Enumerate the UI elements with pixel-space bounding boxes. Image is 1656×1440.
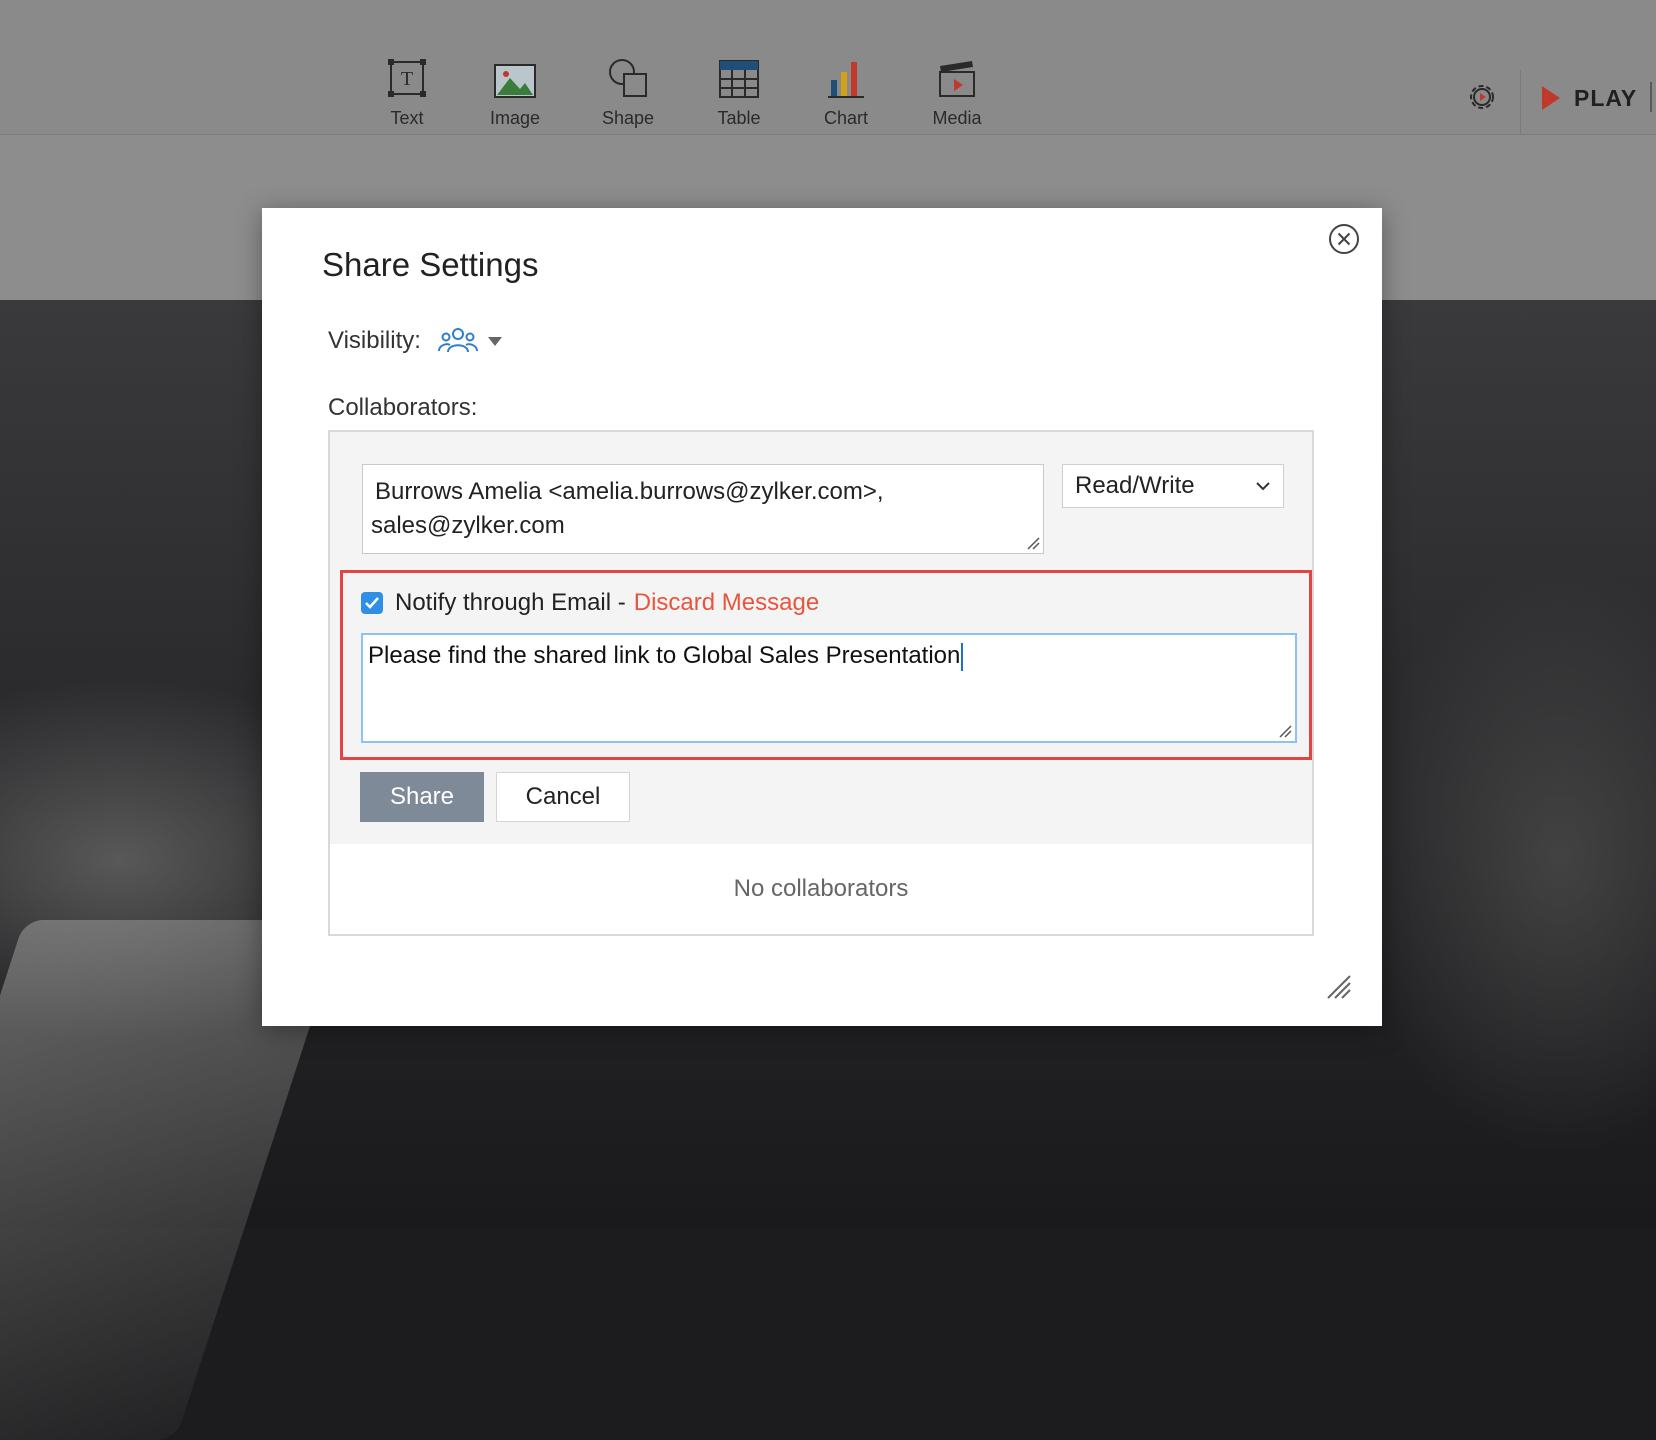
share-button[interactable]: Share — [360, 772, 484, 822]
gear-icon[interactable] — [1465, 80, 1499, 114]
image-tool[interactable]: Image — [470, 52, 560, 129]
table-icon — [694, 52, 784, 98]
notify-highlight-box: Notify through Email - Discard Message P… — [340, 570, 1312, 760]
media-clapper-icon — [912, 52, 1002, 98]
text-box-icon: T — [362, 52, 452, 98]
collaborator-emails-input[interactable]: Burrows Amelia <amelia.burrows@zylker.co… — [362, 464, 1044, 554]
notify-row: Notify through Email - Discard Message — [361, 589, 819, 617]
text-cursor — [961, 642, 964, 671]
notify-label: Notify through Email - — [395, 589, 626, 616]
insert-toolbar: T Text Image Shape Table Chart Media PLA… — [0, 0, 1656, 135]
share-settings-dialog: Share Settings Visibility: Collaborators… — [262, 208, 1382, 1026]
collaborators-label: Collaborators: — [328, 394, 478, 421]
permission-select[interactable]: Read/Write — [1062, 464, 1284, 508]
notify-checkbox[interactable] — [361, 592, 383, 614]
visibility-label: Visibility: — [328, 327, 421, 354]
collaborators-list: No collaborators — [330, 844, 1312, 934]
tool-label: Media — [932, 108, 982, 128]
email-line: sales@zylker.com — [371, 512, 565, 539]
resize-grip-icon[interactable] — [1026, 536, 1040, 550]
tool-label: Table — [717, 108, 761, 128]
tool-label: Shape — [601, 108, 655, 128]
email-line: Burrows Amelia <amelia.burrows@zylker.co… — [375, 478, 884, 505]
text-tool[interactable]: T Text — [362, 52, 452, 129]
visibility-row: Visibility: — [328, 326, 503, 356]
caret-down-icon[interactable] — [487, 335, 503, 347]
empty-state-text: No collaborators — [733, 875, 909, 902]
play-triangle-icon — [1542, 86, 1560, 110]
play-label: PLAY — [1574, 84, 1638, 111]
resize-grip-icon[interactable] — [1326, 974, 1352, 1000]
message-text: Please find the shared link to Global Sa… — [368, 642, 961, 669]
shape-icon — [583, 52, 673, 98]
toolbar-divider — [1520, 70, 1521, 134]
checkmark-icon — [365, 597, 379, 609]
discard-message-link[interactable]: Discard Message — [634, 589, 819, 617]
message-textarea[interactable]: Please find the shared link to Global Sa… — [361, 633, 1297, 743]
collaborators-panel: Burrows Amelia <amelia.burrows@zylker.co… — [328, 430, 1314, 936]
chevron-down-icon — [1256, 482, 1270, 491]
tool-label: Chart — [823, 108, 868, 128]
tool-label: Image — [489, 108, 541, 128]
people-group-icon[interactable] — [437, 326, 479, 356]
svg-text:T: T — [401, 68, 413, 90]
media-tool[interactable]: Media — [912, 52, 1002, 129]
resize-grip-icon[interactable] — [1278, 724, 1292, 738]
tool-label: Text — [390, 108, 424, 128]
image-icon — [470, 52, 560, 98]
toolbar-divider — [1650, 82, 1652, 112]
dialog-title: Share Settings — [322, 246, 539, 283]
permission-value: Read/Write — [1075, 472, 1195, 499]
chart-icon — [801, 52, 891, 98]
cancel-button[interactable]: Cancel — [496, 772, 630, 822]
chart-tool[interactable]: Chart — [801, 52, 891, 129]
shape-tool[interactable]: Shape — [583, 52, 673, 129]
play-button[interactable]: PLAY — [1542, 82, 1637, 114]
table-tool[interactable]: Table — [694, 52, 784, 129]
close-icon[interactable] — [1328, 223, 1360, 255]
